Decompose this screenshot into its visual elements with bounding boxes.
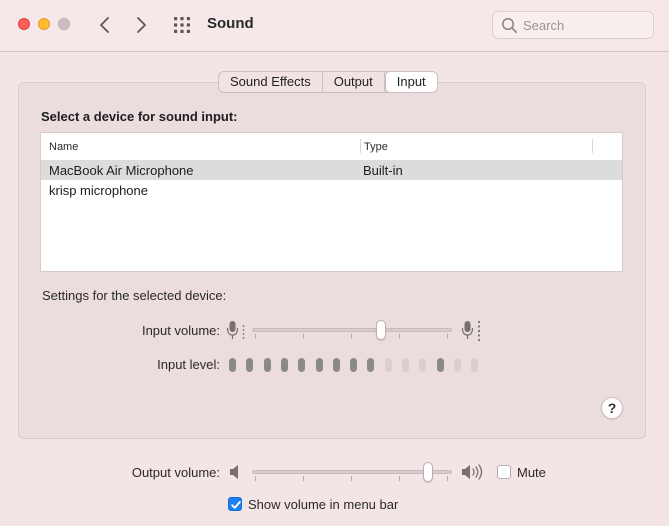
input-level-segment — [263, 358, 271, 372]
slider-tick — [447, 476, 448, 481]
input-volume-label: Input volume: — [141, 323, 220, 338]
input-level-segment — [453, 358, 461, 372]
help-button[interactable]: ? — [601, 397, 623, 419]
mute-label[interactable]: Mute — [517, 465, 546, 480]
column-header-type[interactable]: Type — [364, 141, 388, 153]
input-level-segment — [436, 358, 444, 372]
show-volume-menu-bar-label[interactable]: Show volume in menu bar — [248, 497, 398, 512]
input-level-segment — [350, 358, 358, 372]
slider-tick — [399, 334, 400, 339]
column-divider — [592, 139, 593, 153]
slider-tick — [303, 334, 304, 339]
chevron-left-icon[interactable] — [94, 13, 116, 37]
input-level-segment — [332, 358, 340, 372]
device-name: krisp microphone — [49, 183, 148, 198]
input-level-segment — [280, 358, 288, 372]
output-volume-label: Output volume: — [131, 465, 220, 480]
speaker-high-icon — [460, 462, 486, 485]
close-window-button[interactable] — [18, 18, 30, 30]
input-level-segment — [367, 358, 375, 372]
slider-tick — [399, 476, 400, 481]
show-volume-menu-bar-checkbox[interactable] — [228, 497, 242, 511]
output-volume-thumb[interactable] — [423, 462, 433, 482]
tab-input[interactable]: Input — [384, 72, 437, 92]
slider-tick — [447, 334, 448, 339]
microphone-high-icon — [460, 318, 484, 345]
slider-track[interactable] — [252, 328, 452, 332]
grid-icon[interactable] — [172, 15, 192, 35]
input-level-segment — [384, 358, 392, 372]
checkmark-icon — [231, 501, 241, 509]
search-icon — [501, 17, 518, 34]
minimize-window-button[interactable] — [38, 18, 50, 30]
device-type: Built-in — [363, 163, 403, 178]
zoom-window-button[interactable] — [58, 18, 70, 30]
table-row[interactable]: MacBook Air Microphone Built-in — [41, 160, 622, 180]
slider-tick — [351, 334, 352, 339]
input-level-segment — [246, 358, 254, 372]
column-divider — [360, 139, 361, 153]
settings-label: Settings for the selected device: — [42, 288, 227, 303]
slider-tick — [303, 476, 304, 481]
input-level-segment — [298, 358, 306, 372]
table-header: Name Type — [41, 133, 622, 160]
input-level-segment — [402, 358, 409, 372]
column-header-name[interactable]: Name — [49, 141, 78, 153]
input-level-segment — [419, 358, 427, 372]
slider-tick — [351, 476, 352, 481]
search-field[interactable]: Search — [492, 11, 654, 39]
input-level-segment — [229, 358, 236, 372]
slider-track[interactable] — [252, 470, 452, 474]
input-level-label: Input level: — [157, 357, 220, 372]
slider-tick — [255, 334, 256, 339]
search-placeholder: Search — [523, 18, 565, 33]
microphone-low-icon — [225, 318, 247, 345]
tab-sound-effects[interactable]: Sound Effects — [219, 72, 323, 92]
input-level-segment — [315, 358, 323, 372]
table-row[interactable]: krisp microphone — [41, 180, 622, 200]
device-section-title: Select a device for sound input: — [41, 109, 238, 124]
tab-bar: Sound Effects Output Input — [218, 71, 438, 93]
title-bar: Sound Search — [0, 0, 669, 52]
chevron-right-icon[interactable] — [130, 13, 152, 37]
slider-tick — [255, 476, 256, 481]
speaker-low-icon — [228, 463, 244, 484]
input-volume-thumb[interactable] — [375, 320, 386, 340]
mute-checkbox[interactable] — [497, 465, 511, 479]
window-title: Sound — [207, 15, 254, 32]
tab-output[interactable]: Output — [323, 72, 385, 92]
device-table: Name Type MacBook Air Microphone Built-i… — [40, 132, 623, 272]
input-level-segment — [471, 358, 479, 372]
device-name: MacBook Air Microphone — [49, 163, 194, 178]
